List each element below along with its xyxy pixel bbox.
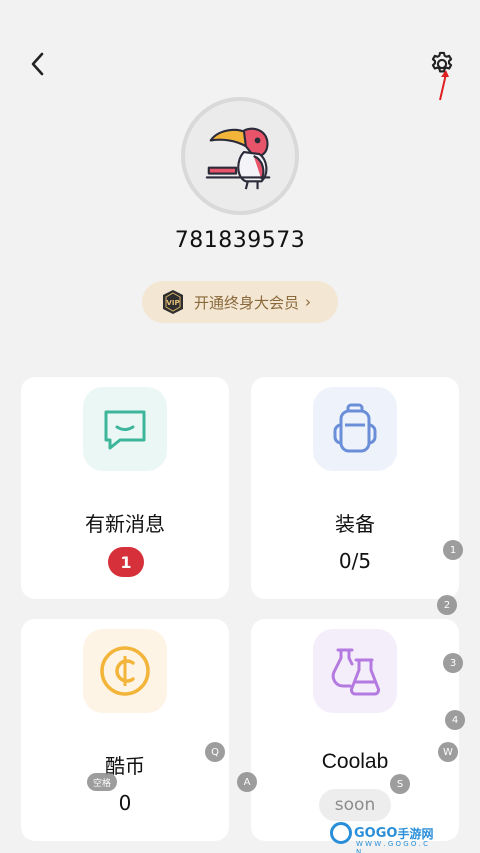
annotation-arrow <box>439 70 449 101</box>
backpack-tile <box>313 387 397 471</box>
coin-icon <box>100 646 150 696</box>
key-hint-s: S <box>390 774 410 794</box>
key-hint-2: 2 <box>437 595 457 615</box>
watermark-url: W W W . G O G O . C N <box>356 840 428 853</box>
flask-tile <box>313 629 397 713</box>
gogo-watermark: GOGO 手游网 W W W . G O G O . C N <box>330 818 434 853</box>
chevron-right-icon: › <box>305 293 312 311</box>
flask-icon <box>331 648 381 696</box>
key-hint-q: Q <box>205 742 225 762</box>
messages-title: 有新消息 <box>85 512 165 536</box>
key-hint-3: 3 <box>443 653 463 673</box>
equipment-card[interactable]: 装备 0/5 <box>251 377 459 599</box>
vip-membership-button[interactable]: VIP 开通终身大会员 › <box>142 281 338 323</box>
user-id: 781839573 <box>174 228 306 253</box>
coin-tile <box>83 629 167 713</box>
vip-shield-icon: VIP <box>163 290 183 314</box>
messages-card[interactable]: 有新消息 1 <box>21 377 229 599</box>
message-tile <box>83 387 167 471</box>
message-icon <box>104 410 146 450</box>
avatar[interactable] <box>181 97 299 215</box>
soon-badge: soon <box>319 789 391 821</box>
equipment-title: 装备 <box>335 512 375 536</box>
back-button[interactable] <box>22 48 54 80</box>
key-hint-4: 4 <box>445 710 465 730</box>
vip-badge-text: VIP <box>166 299 179 307</box>
coolab-card[interactable]: Coolab soon <box>251 619 459 841</box>
chevron-left-icon <box>31 52 44 76</box>
key-hint-space: 空格 <box>87 773 118 791</box>
vip-label: 开通终身大会员 <box>194 293 300 312</box>
coins-value: 0 <box>118 791 132 815</box>
watermark-brand: GOGO <box>354 825 398 841</box>
equipment-count: 0/5 <box>338 549 372 573</box>
coins-title: 酷币 <box>105 754 145 778</box>
coins-card[interactable]: 酷币 0 <box>21 619 229 841</box>
coolab-title: Coolab <box>321 750 389 773</box>
key-hint-w: W <box>438 742 458 762</box>
watermark-logo-icon <box>330 822 352 844</box>
backpack-icon <box>333 403 377 453</box>
toucan-avatar-icon <box>205 127 271 190</box>
watermark-cn: 手游网 <box>397 826 434 841</box>
key-hint-1: 1 <box>443 540 463 560</box>
key-hint-a: A <box>237 772 257 792</box>
unread-badge: 1 <box>108 547 144 577</box>
